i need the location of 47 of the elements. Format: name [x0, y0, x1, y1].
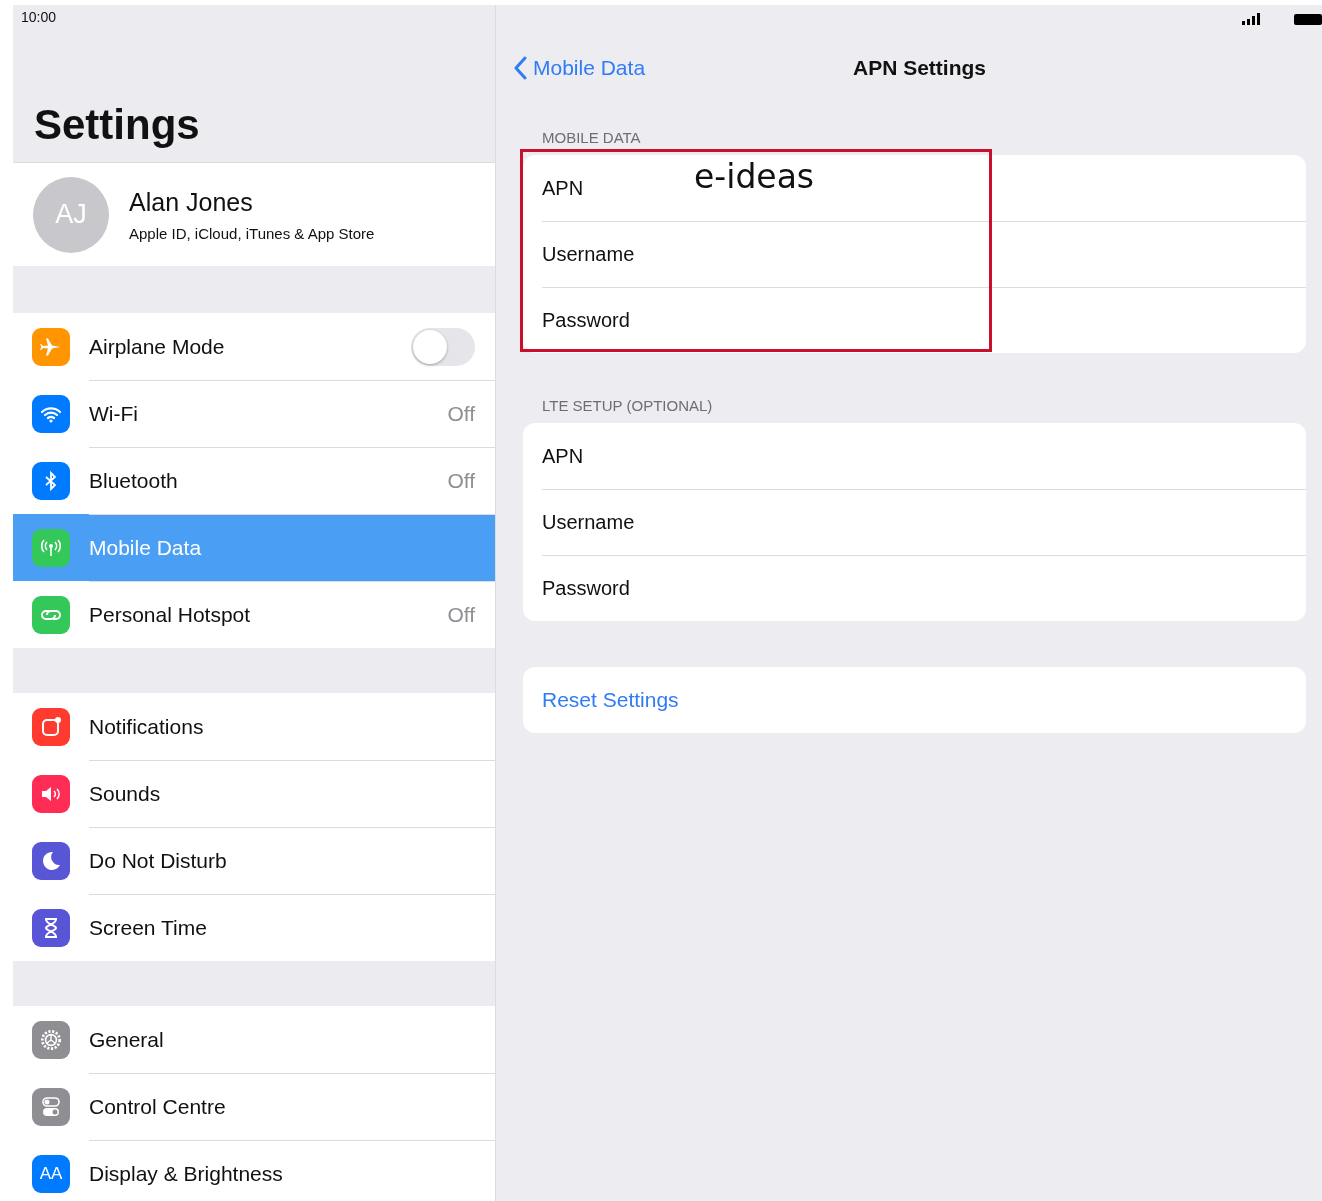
settings-row[interactable]: AA Display & Brightness: [13, 1140, 495, 1201]
row-label: Sounds: [89, 781, 162, 806]
airplane-toggle[interactable]: [411, 327, 475, 366]
row-label: Display & Brightness: [89, 1161, 284, 1186]
profile-subtitle: Apple ID, iCloud, iTunes & App Store: [129, 224, 375, 242]
row-label: General: [89, 1027, 165, 1052]
section-header: MOBILE DATA: [541, 129, 642, 146]
row-value: Off: [447, 602, 475, 627]
battery-icon: [1294, 13, 1322, 25]
row-label: Airplane Mode: [89, 334, 226, 359]
settings-row[interactable]: Notifications: [13, 693, 495, 760]
page-title: APN Settings: [853, 56, 986, 80]
field-label[interactable]: Password: [542, 308, 630, 332]
settings-row[interactable]: Airplane Mode: [13, 313, 495, 380]
chevron-icon: [513, 56, 527, 80]
reset-settings-button[interactable]: Reset Settings: [523, 688, 679, 712]
settings-row[interactable]: Control Centre: [13, 1073, 495, 1140]
settings-row[interactable]: Bluetooth Off: [13, 447, 495, 514]
field-label[interactable]: Username: [542, 510, 635, 534]
field-label[interactable]: Password: [542, 576, 630, 600]
field-label[interactable]: APN: [542, 444, 584, 468]
section-header: LTE SETUP (OPTIONAL): [541, 397, 714, 414]
field-label[interactable]: Username: [542, 242, 635, 266]
row-label: Notifications: [89, 714, 205, 739]
avatar: AJ: [33, 176, 109, 253]
annotation-text: e-ideas: [694, 157, 815, 196]
row-label: Wi-Fi: [89, 401, 139, 426]
settings-row[interactable]: General: [13, 1006, 495, 1073]
text-icon: AA: [32, 1154, 70, 1193]
settings-row[interactable]: Personal Hotspot Off: [13, 581, 495, 648]
profile-name: Alan Jones: [129, 187, 254, 217]
row-label: Mobile Data: [89, 535, 203, 560]
settings-row[interactable]: Sounds: [13, 760, 495, 827]
row-label: Screen Time: [89, 915, 208, 940]
settings-row[interactable]: Wi-Fi Off: [13, 380, 495, 447]
row-label: Control Centre: [89, 1094, 227, 1119]
row-label: Personal Hotspot: [89, 602, 252, 627]
settings-row[interactable]: Screen Time: [13, 894, 495, 961]
row-label: Bluetooth: [89, 468, 179, 493]
row-value: Off: [447, 468, 475, 493]
field-label[interactable]: APN: [542, 176, 584, 200]
row-label: Do Not Disturb: [89, 848, 228, 873]
profile-row[interactable]: AJ Alan Jones Apple ID, iCloud, iTunes & App Store: [13, 162, 495, 266]
row-value: Off: [447, 401, 475, 426]
status-time: 10:00: [21, 9, 57, 25]
settings-title: Settings: [34, 101, 200, 149]
settings-row[interactable]: Do Not Disturb: [13, 827, 495, 894]
